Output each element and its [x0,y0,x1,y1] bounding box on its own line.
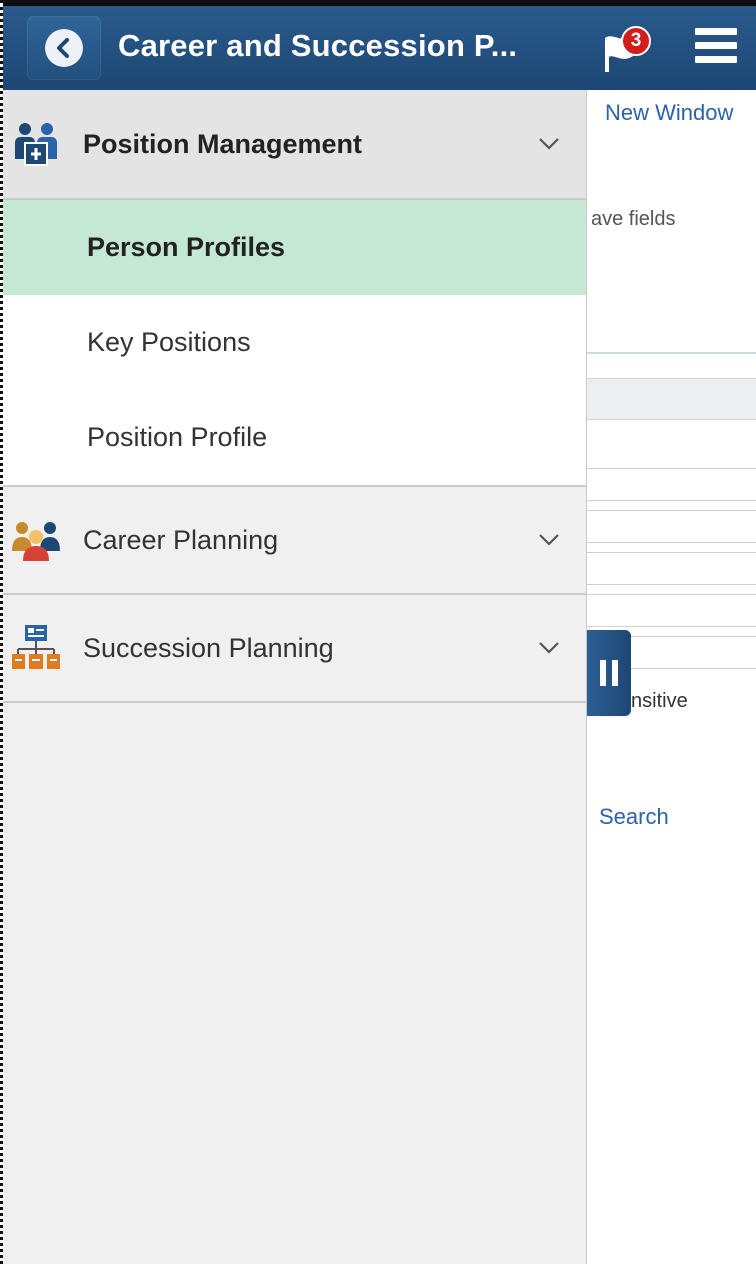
nav-section-succession-planning[interactable]: Succession Planning [3,595,586,703]
position-management-icon [15,123,57,166]
nav-section-career-planning[interactable]: Career Planning [3,487,586,595]
divider [587,594,756,595]
position-management-submenu: Person Profiles Key Positions Position P… [3,200,586,487]
chevron-down-icon[interactable] [538,641,560,655]
divider [587,500,756,501]
nav-section-label: Career Planning [83,524,279,555]
nav-section-position-management[interactable]: Position Management [3,90,586,200]
pause-button[interactable] [587,630,631,716]
divider [587,552,756,553]
case-sensitive-text: nsitive [631,690,688,712]
nav-section-label: Succession Planning [83,632,334,663]
navigation-panel: Position Management Person Profiles Key … [3,90,587,1264]
app-header: Career and Succession P... 3 [3,0,756,90]
divider [587,352,756,354]
background-page: New Window ave fields nsitive Search [587,90,756,1264]
back-arrow-icon [45,29,83,67]
chevron-down-icon[interactable] [538,533,560,547]
nav-item-position-profile[interactable]: Position Profile [3,390,586,485]
succession-planning-icon [12,625,60,669]
divider [587,468,756,469]
divider [587,510,756,511]
chevron-down-icon[interactable] [538,137,560,151]
notification-badge: 3 [621,26,651,56]
nav-item-key-positions[interactable]: Key Positions [3,295,586,390]
grid-header-band [587,378,756,420]
page-title: Career and Succession P... [118,28,518,63]
divider [587,542,756,543]
career-planning-icon [12,522,60,561]
notifications-button[interactable]: 3 [595,26,665,74]
nav-item-person-profiles[interactable]: Person Profiles [3,200,586,295]
back-button[interactable] [27,16,101,80]
nav-section-label: Position Management [83,128,363,159]
new-window-link[interactable]: New Window [605,100,733,126]
save-fields-text: ave fields [591,208,676,230]
divider [587,584,756,585]
search-link[interactable]: Search [599,804,669,830]
hamburger-menu-icon[interactable] [695,28,737,68]
divider [587,626,756,627]
